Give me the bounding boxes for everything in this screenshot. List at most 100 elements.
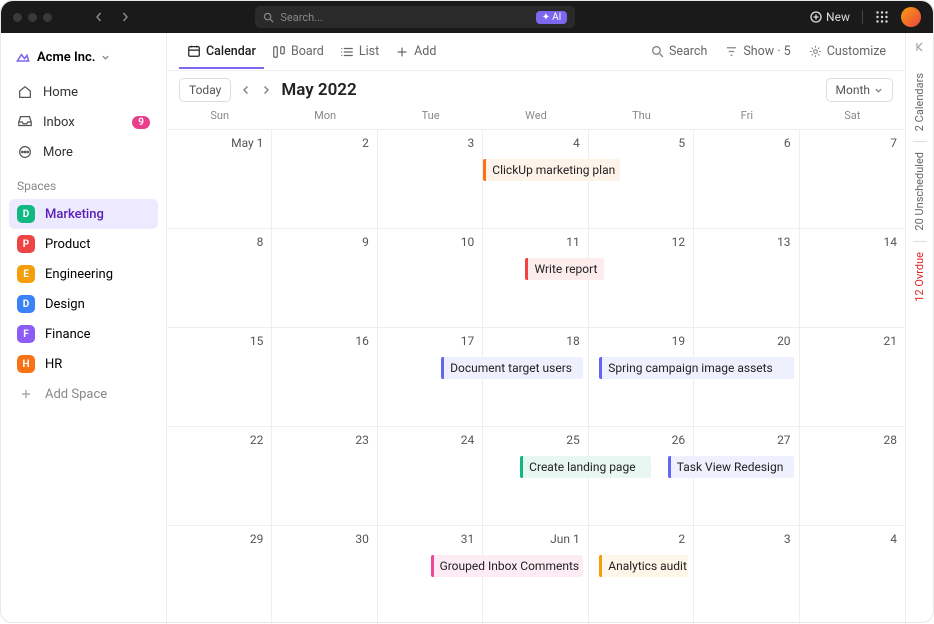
calendar-cell[interactable]: 3 xyxy=(378,129,483,228)
calendar-cell[interactable]: 23 xyxy=(272,426,377,525)
date-number: 14 xyxy=(808,235,897,249)
nav-back-button[interactable] xyxy=(90,8,108,26)
date-number: 21 xyxy=(808,334,897,348)
new-button[interactable]: New xyxy=(810,10,850,24)
date-number: 16 xyxy=(280,334,368,348)
calendar-cell[interactable]: 30 xyxy=(272,525,377,624)
calendar-cell[interactable]: 7 xyxy=(800,129,905,228)
calendar-cell[interactable]: 6 xyxy=(694,129,799,228)
plus-icon xyxy=(17,385,35,403)
space-item-finance[interactable]: FFinance xyxy=(9,319,158,349)
inbox-badge: 9 xyxy=(132,116,150,129)
space-label: Product xyxy=(45,237,90,252)
search-placeholder: Search... xyxy=(280,11,323,24)
current-month-label: May 2022 xyxy=(281,80,356,100)
date-number: 8 xyxy=(175,235,263,249)
date-number: 27 xyxy=(702,433,790,447)
date-number: 28 xyxy=(808,433,897,447)
view-tab-label: List xyxy=(359,44,379,59)
date-number: Jun 1 xyxy=(491,532,579,546)
board-icon xyxy=(272,45,286,59)
nav-item-more[interactable]: More xyxy=(9,137,158,167)
space-item-design[interactable]: DDesign xyxy=(9,289,158,319)
calendar-cell[interactable]: 29 xyxy=(167,525,272,624)
workspace-selector[interactable]: Acme Inc. xyxy=(9,43,158,71)
calendar-event[interactable]: ClickUp marketing plan xyxy=(483,159,619,181)
toolbar-search-button[interactable]: Search xyxy=(644,40,714,63)
calendar-cell[interactable]: 2 xyxy=(272,129,377,228)
calendar-cell[interactable]: 8 xyxy=(167,228,272,327)
space-item-marketing[interactable]: DMarketing xyxy=(9,199,158,229)
calendar-cell[interactable]: 12 xyxy=(589,228,694,327)
list-icon xyxy=(340,45,354,59)
calendar-cell[interactable]: 21 xyxy=(800,327,905,426)
calendar-cell[interactable]: 4 xyxy=(800,525,905,624)
calendar-event[interactable]: Create landing page xyxy=(520,456,651,478)
calendar-cell[interactable]: 9 xyxy=(272,228,377,327)
window-controls[interactable] xyxy=(13,13,52,22)
space-color-icon: F xyxy=(17,325,35,343)
ai-badge[interactable]: ✦ AI xyxy=(536,11,568,24)
space-item-engineering[interactable]: EEngineering xyxy=(9,259,158,289)
calendar-cell[interactable]: 22 xyxy=(167,426,272,525)
global-search-input[interactable]: Search... ✦ AI xyxy=(255,6,575,28)
calendar-cell[interactable]: 15 xyxy=(167,327,272,426)
date-number: 26 xyxy=(597,433,685,447)
toolbar-show-button[interactable]: Show · 5 xyxy=(718,40,797,63)
add-space-label: Add Space xyxy=(45,387,107,402)
calendar: SunMonTueWedThuFriSat May 12345678910111… xyxy=(167,109,905,624)
view-tab-list[interactable]: List xyxy=(332,36,387,68)
calendar-event[interactable]: Task View Redesign xyxy=(668,456,794,478)
workspace-logo-icon xyxy=(15,49,31,65)
calendar-event[interactable]: Write report xyxy=(525,258,603,280)
plus-icon xyxy=(395,45,409,59)
view-tab-label: Calendar xyxy=(206,44,256,59)
nav-item-inbox[interactable]: Inbox9 xyxy=(9,107,158,137)
next-month-button[interactable] xyxy=(261,85,271,95)
date-number: 17 xyxy=(386,334,474,348)
space-item-hr[interactable]: HHR xyxy=(9,349,158,379)
space-color-icon: D xyxy=(17,295,35,313)
expand-rail-icon[interactable] xyxy=(914,41,926,53)
calendar-cell[interactable]: 24 xyxy=(378,426,483,525)
view-tab-add[interactable]: Add xyxy=(387,36,444,68)
calendar-event[interactable]: Document target users xyxy=(441,357,583,379)
apps-grid-icon[interactable] xyxy=(875,10,889,24)
nav-forward-button[interactable] xyxy=(116,8,134,26)
calendar-cell[interactable]: 10 xyxy=(378,228,483,327)
calendar-cell[interactable]: 16 xyxy=(272,327,377,426)
date-number: 11 xyxy=(491,235,579,249)
rail-overdue[interactable]: 12 Ovrdue xyxy=(913,252,926,302)
nav-item-home[interactable]: Home xyxy=(9,77,158,107)
calendar-cell[interactable]: May 1 xyxy=(167,129,272,228)
today-button[interactable]: Today xyxy=(179,78,231,102)
calendar-cell[interactable]: 28 xyxy=(800,426,905,525)
date-number: 24 xyxy=(386,433,474,447)
calendar-event[interactable]: Analytics audit xyxy=(599,555,688,577)
right-rail: 2 Calendars 20 Unscheduled 12 Ovrdue xyxy=(905,33,933,624)
search-icon xyxy=(263,12,274,23)
rail-unscheduled[interactable]: 20 Unscheduled xyxy=(913,152,926,231)
date-number: 25 xyxy=(491,433,579,447)
dow-label: Sun xyxy=(167,109,272,129)
calendar-cell[interactable]: 3 xyxy=(694,525,799,624)
month-view-selector[interactable]: Month xyxy=(826,78,893,102)
calendar-event[interactable]: Grouped Inbox Comments xyxy=(431,555,583,577)
calendar-event[interactable]: Spring campaign image assets xyxy=(599,357,793,379)
view-tab-board[interactable]: Board xyxy=(264,36,332,68)
space-color-icon: E xyxy=(17,265,35,283)
date-number: 22 xyxy=(175,433,263,447)
add-space-button[interactable]: Add Space xyxy=(9,379,158,409)
main-content: Calendar Board List Add Search Show · 5 Cus… xyxy=(167,33,905,624)
rail-calendars[interactable]: 2 Calendars xyxy=(913,73,926,131)
view-tab-label: Add xyxy=(414,44,436,59)
more-icon xyxy=(17,144,33,160)
calendar-cell[interactable]: 13 xyxy=(694,228,799,327)
divider xyxy=(862,10,863,24)
space-item-product[interactable]: PProduct xyxy=(9,229,158,259)
prev-month-button[interactable] xyxy=(241,85,251,95)
calendar-cell[interactable]: 14 xyxy=(800,228,905,327)
view-tab-calendar[interactable]: Calendar xyxy=(179,36,264,69)
toolbar-customize-button[interactable]: Customize xyxy=(802,40,893,63)
user-avatar[interactable] xyxy=(901,7,921,27)
